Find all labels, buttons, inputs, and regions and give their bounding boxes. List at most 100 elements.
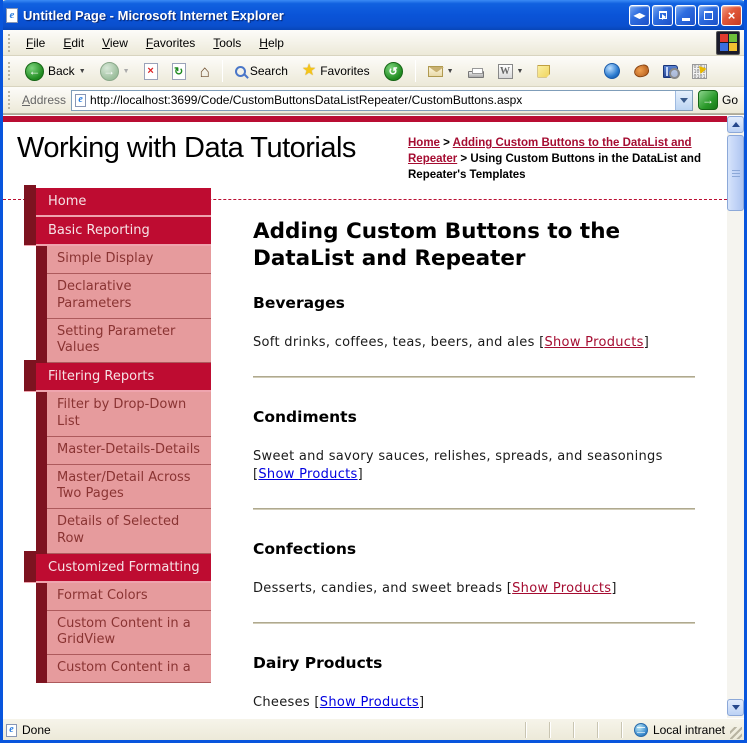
sidebar-item-master-detail-two-pages[interactable]: Master/Detail Across Two Pages <box>47 464 211 509</box>
msn-button[interactable] <box>628 62 655 80</box>
address-input[interactable] <box>90 91 671 109</box>
show-products-link[interactable]: Show Products <box>320 695 419 710</box>
discuss-button[interactable] <box>531 62 556 81</box>
research-button[interactable] <box>657 62 684 81</box>
favorites-button[interactable]: ★ Favorites <box>296 60 376 82</box>
toolbar-separator <box>221 60 223 82</box>
status-page-icon: e <box>6 723 17 737</box>
category-name: Beverages <box>253 294 345 312</box>
chevron-down-icon <box>679 97 688 107</box>
messenger-icon <box>604 63 621 79</box>
security-zone-text: Local intranet <box>652 723 725 737</box>
sidebar-item-customized-formatting[interactable]: Customized Formatting <box>24 550 211 583</box>
word-icon: W <box>497 63 513 79</box>
sidebar-item-home[interactable]: Home <box>24 185 211 217</box>
address-field[interactable]: e <box>71 89 693 111</box>
address-bar: Address e → Go <box>3 87 744 114</box>
page-viewport: Working with Data Tutorials Home > Addin… <box>3 114 744 718</box>
toolbar-grip[interactable] <box>8 33 12 52</box>
messenger-button[interactable] <box>598 60 626 82</box>
refresh-button[interactable]: ↻ <box>166 60 192 83</box>
mail-button[interactable]: ▼ <box>422 63 460 80</box>
toolbar-grip[interactable] <box>8 62 12 80</box>
status-pane-separator <box>596 722 599 738</box>
sidebar-item-simple-display[interactable]: Simple Display <box>47 246 211 274</box>
scrollbar-thumb[interactable] <box>727 135 744 211</box>
breadcrumb-home-link[interactable]: Home <box>408 137 440 149</box>
menu-edit[interactable]: Edit <box>54 33 93 53</box>
show-products-link[interactable]: Show Products <box>512 581 611 596</box>
menu-bar: File Edit View Favorites Tools Help <box>3 30 744 56</box>
sidebar-item-declarative-parameters[interactable]: Declarative Parameters <box>47 274 211 319</box>
edit-with-word-button[interactable]: W ▼ <box>492 61 530 82</box>
sidebar-item-custom-content[interactable]: Custom Content in a <box>47 655 211 683</box>
sidebar-item-filter-by-dropdown-list[interactable]: Filter by Drop-Down List <box>47 392 211 437</box>
print-button[interactable] <box>462 62 490 81</box>
maximize-button[interactable] <box>698 4 719 26</box>
edit-dropdown-icon[interactable]: ▼ <box>517 68 524 75</box>
close-button[interactable]: × <box>721 4 742 26</box>
search-button[interactable]: Search <box>229 61 294 81</box>
binary-tool-icon: 0101 1010 0101 <box>692 63 708 79</box>
resize-grip[interactable] <box>730 727 742 739</box>
menu-view[interactable]: View <box>93 33 137 53</box>
sidebar-item-filtering-reports[interactable]: Filtering Reports <box>24 360 211 392</box>
stop-button[interactable]: × <box>138 60 164 83</box>
history-icon: ↺ <box>383 61 403 81</box>
home-button[interactable]: ⌂ <box>194 60 216 83</box>
address-dropdown-button[interactable] <box>674 90 692 110</box>
back-button[interactable]: ← Back ▼ <box>19 59 92 84</box>
forward-dropdown-icon: ▼ <box>122 67 130 75</box>
scroll-down-button[interactable] <box>727 699 744 716</box>
breadcrumb: Home > Adding Custom Buttons to the Data… <box>408 135 705 183</box>
category-section-dairy-products: Dairy Products Cheeses [Show Products] <box>253 654 695 712</box>
sidebar-item-setting-parameter-values[interactable]: Setting Parameter Values <box>47 318 211 363</box>
sidebar-nav: Home Basic Reporting Simple Display Decl… <box>13 185 211 683</box>
window-title: Untitled Page - Microsoft Internet Explo… <box>23 7 284 23</box>
minimize-icon <box>681 17 690 21</box>
forward-button[interactable]: → ▼ <box>94 59 136 84</box>
sidebar-item-basic-reporting[interactable]: Basic Reporting <box>24 214 211 246</box>
menu-file[interactable]: File <box>17 33 54 53</box>
pan-window-button[interactable]: ◀▶ <box>629 4 650 26</box>
breadcrumb-separator: > <box>460 153 468 165</box>
go-button[interactable]: → Go <box>697 90 738 110</box>
browser-window: e Untitled Page - Microsoft Internet Exp… <box>0 0 747 743</box>
category-section-beverages: Beverages Soft drinks, coffees, teas, be… <box>253 294 695 378</box>
vertical-scrollbar[interactable] <box>727 116 744 718</box>
category-text: Sweet and savory sauces, relishes, sprea… <box>253 449 663 464</box>
back-dropdown-icon[interactable]: ▼ <box>79 68 86 75</box>
sidebar-item-format-colors[interactable]: Format Colors <box>47 582 211 611</box>
category-description: Cheeses [Show Products] <box>253 694 695 712</box>
mail-icon <box>427 65 444 77</box>
local-intranet-icon <box>633 723 648 737</box>
status-pane-separator <box>524 722 527 738</box>
mail-dropdown-icon[interactable]: ▼ <box>447 68 454 75</box>
main-article: Adding Custom Buttons to the DataList an… <box>253 210 695 718</box>
sidebar-item-master-details-details[interactable]: Master-Details-Details <box>47 436 211 465</box>
site-title: Working with Data Tutorials <box>17 132 356 164</box>
pop-out-button[interactable] <box>652 4 673 26</box>
minimize-button[interactable] <box>675 4 696 26</box>
thumb-grip-icon <box>732 170 740 178</box>
show-products-link[interactable]: Show Products <box>258 467 357 482</box>
toolbar-separator <box>414 60 416 82</box>
sidebar-item-custom-content-gridview[interactable]: Custom Content in a GridView <box>47 610 211 655</box>
section-divider <box>253 508 695 510</box>
menu-help[interactable]: Help <box>250 33 293 53</box>
title-bar[interactable]: e Untitled Page - Microsoft Internet Exp… <box>3 0 744 30</box>
breadcrumb-separator: > <box>443 137 450 149</box>
scroll-up-button[interactable] <box>727 116 744 133</box>
history-button[interactable]: ↺ <box>378 59 409 84</box>
menu-tools[interactable]: Tools <box>204 33 250 53</box>
forward-icon: → <box>99 61 119 81</box>
chevron-up-icon <box>731 118 740 127</box>
dev-tool-button[interactable]: 0101 1010 0101 <box>686 61 713 82</box>
menu-favorites[interactable]: Favorites <box>137 33 204 53</box>
sidebar-item-details-of-selected-row[interactable]: Details of Selected Row <box>47 509 211 554</box>
standard-toolbar: ← Back ▼ → ▼ × ↻ ⌂ Search ★ Favorites ↺ ▼ … <box>3 56 744 87</box>
section-divider <box>253 376 695 378</box>
show-products-link[interactable]: Show Products <box>544 335 643 350</box>
toolbar-grip[interactable] <box>8 91 12 109</box>
maximize-icon <box>704 10 713 20</box>
